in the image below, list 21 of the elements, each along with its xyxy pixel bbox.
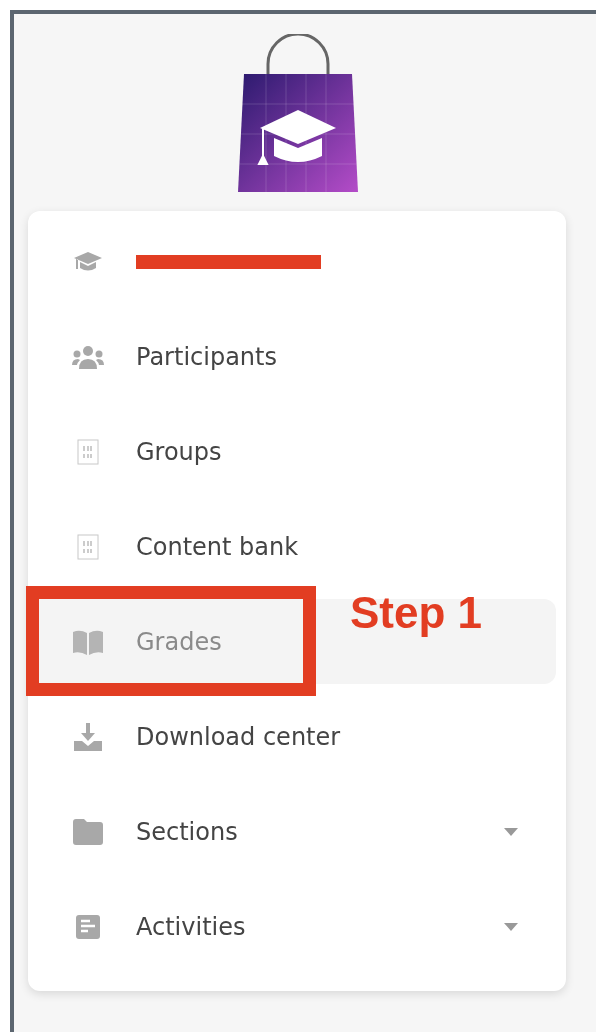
nav-label: Content bank bbox=[136, 532, 299, 561]
nav-item[interactable]: Activities bbox=[30, 884, 556, 969]
nav-item[interactable]: Groups bbox=[30, 409, 556, 494]
graduation-cap-icon bbox=[73, 250, 103, 273]
download-icon bbox=[74, 722, 102, 751]
folder-icon bbox=[73, 818, 103, 845]
nav-item[interactable]: Participants bbox=[30, 314, 556, 399]
document-icon bbox=[77, 438, 99, 465]
nav-label: Download center bbox=[136, 722, 341, 751]
nav-item[interactable]: Content bank bbox=[30, 504, 556, 589]
nav-label: Grades bbox=[136, 627, 222, 656]
people-icon bbox=[72, 344, 104, 369]
nav-item[interactable]: Sections bbox=[30, 789, 556, 874]
list-icon bbox=[76, 914, 100, 939]
nav-label: Sections bbox=[136, 817, 238, 846]
book-icon bbox=[72, 628, 104, 655]
nav-label: Participants bbox=[136, 342, 277, 371]
nav-item[interactable]: Download center bbox=[30, 694, 556, 779]
document-icon bbox=[77, 533, 99, 560]
nav-label: Groups bbox=[136, 437, 222, 466]
nav-label: Activities bbox=[136, 912, 246, 941]
